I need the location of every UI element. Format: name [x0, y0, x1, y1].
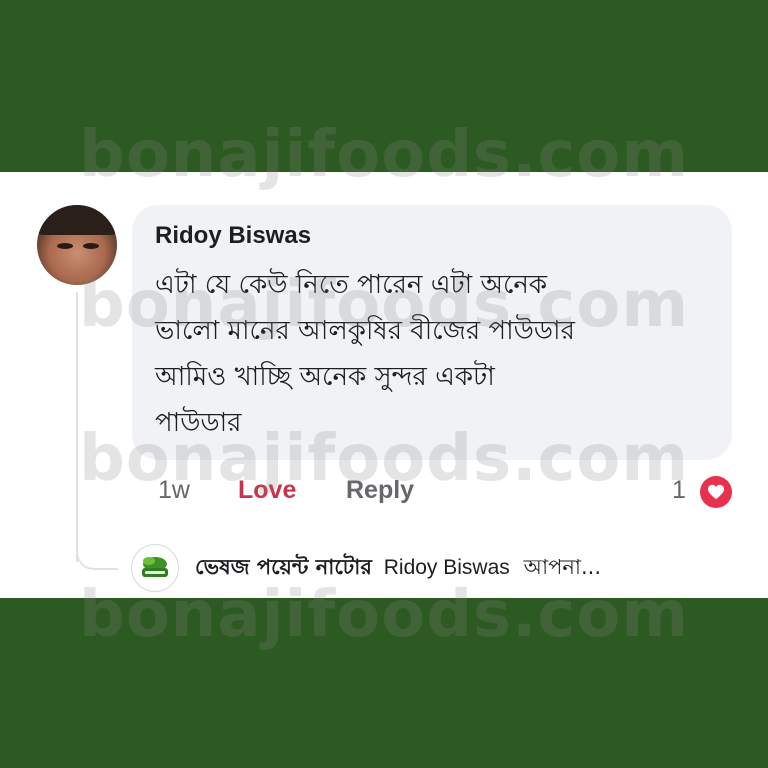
avatar-eye-left [57, 243, 73, 249]
reply-page-name[interactable]: ভেষজ পয়েন্ট নাটোর [195, 555, 372, 579]
comment-line: পাউডার [155, 408, 242, 438]
comment-line: এটা যে কেউ নিতে পারেন এটা অনেক [155, 270, 548, 300]
comment-line: আমিও খাচ্ছি অনেক সুন্দর একটা [155, 362, 495, 392]
thread-line [76, 292, 78, 562]
leaf-logo-icon [142, 557, 168, 577]
heart-icon[interactable] [700, 476, 732, 508]
reply-button[interactable]: Reply [346, 476, 414, 505]
user-avatar[interactable] [37, 205, 117, 285]
avatar-hair [37, 205, 117, 235]
reply-mention[interactable]: Ridoy Biswas [384, 556, 510, 579]
reply-preview[interactable]: ভেষজ পয়েন্ট নাটোর Ridoy Biswas আপনা... [195, 551, 755, 586]
reply-snippet: আপনা... [523, 555, 602, 579]
page-logo-avatar[interactable] [131, 544, 179, 592]
avatar-eye-right [83, 243, 99, 249]
reaction-count[interactable]: 1 [672, 476, 686, 505]
thread-connector [76, 540, 118, 570]
top-green-band [0, 0, 768, 172]
love-button[interactable]: Love [238, 476, 296, 505]
bottom-green-band [0, 598, 768, 768]
comment-line: ভালো মানের আলকুষির বীজের পাউডার [155, 316, 575, 346]
comment-text: এটা যে কেউ নিতে পারেন এটা অনেক ভালো মানে… [155, 262, 715, 446]
comment-author[interactable]: Ridoy Biswas [155, 222, 311, 250]
comment-timestamp[interactable]: 1w [158, 476, 190, 505]
